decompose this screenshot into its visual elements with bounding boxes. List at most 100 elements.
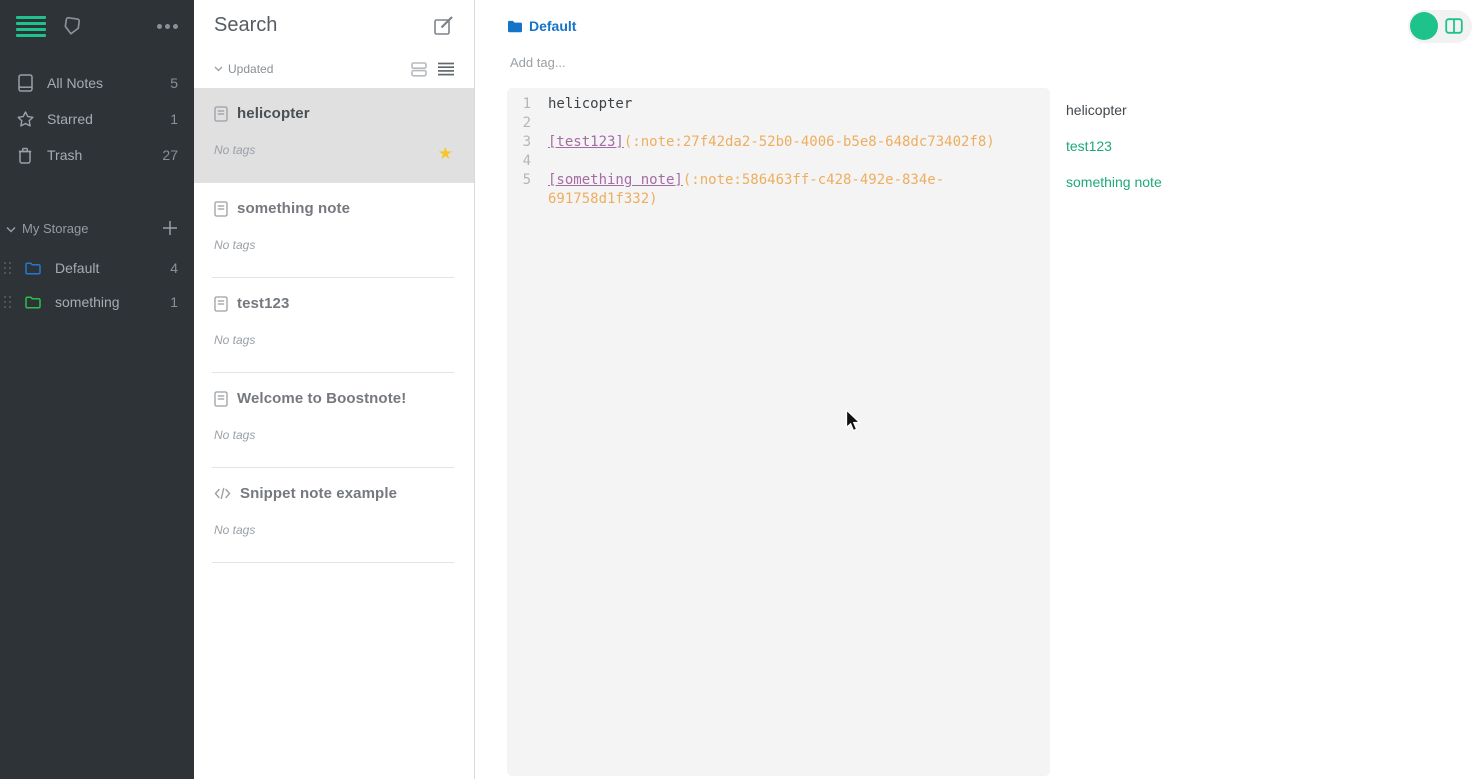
preview-note-link[interactable]: something note [1066,173,1461,192]
note-title: Welcome to Boostnote! [237,390,407,407]
star-outline-icon [16,111,34,127]
note-count-badge: 1 [170,111,178,127]
sidebar-folder-default[interactable]: Default 4 [0,251,194,285]
note-list-item-helicopter[interactable]: helicopter No tags ★ [194,88,474,183]
document-icon [214,105,228,122]
storage-header[interactable]: My Storage [0,215,194,241]
drag-handle-icon[interactable] [4,261,12,275]
editor-line[interactable]: 2 [507,114,1050,133]
split-view-icon [1445,18,1463,34]
list-view-icon[interactable] [438,62,454,76]
markdown-preview: helicopter test123 something note [1050,88,1477,779]
code-text: [test123](:note:27f42da2-52b0-4006-b5e8-… [548,133,1032,152]
edit-preview-toggle[interactable] [1408,9,1472,43]
sidebar-item-label: Starred [47,111,93,127]
sidebar-item-label: Trash [47,147,83,163]
editor-line[interactable]: 1 helicopter [507,95,1050,114]
code-token-link[interactable]: [test123] [548,134,624,150]
folder-icon [25,261,41,275]
note-tags-label: No tags [214,333,256,347]
sidebar-item-starred[interactable]: Starred 1 [0,101,194,137]
compose-icon[interactable] [433,15,454,36]
sort-dropdown[interactable]: Updated [228,62,273,76]
plus-icon[interactable] [162,220,178,236]
folder-icon [25,295,41,309]
code-token-url: (:note:27f42da2-52b0-4006-b5e8-648dc7340… [623,134,995,150]
note-title: Snippet note example [240,485,398,502]
folder-label: something [55,294,120,310]
chevron-down-icon [6,221,16,236]
editor-preview-split: 1 helicopter 2 3 [test123](:note:27f42da… [475,88,1477,779]
note-tags-label: No tags [214,523,256,537]
sidebar-item-all-notes[interactable]: All Notes 5 [0,65,194,101]
note-count-badge: 5 [170,75,178,91]
document-icon [214,200,228,217]
folder-filled-icon [507,20,523,33]
note-title: test123 [237,295,290,312]
code-editor[interactable]: 1 helicopter 2 3 [test123](:note:27f42da… [507,88,1050,776]
line-number: 1 [522,96,531,112]
view-mode-toggle [411,61,454,77]
note-count-badge: 27 [162,147,178,163]
document-icon [214,390,228,407]
tag-bar: Add tag... [475,52,1477,72]
editor-line[interactable]: 5 [something note](:note:586463ff-c428-4… [507,171,1050,209]
app-sidebar: All Notes 5 Starred 1 Trash 27 My Storag… [0,0,194,779]
sidebar-top-bar [0,0,194,52]
editor-line[interactable]: 3 [test123](:note:27f42da2-52b0-4006-b5e… [507,133,1050,152]
note-tags-label: No tags [214,428,256,442]
tag-icon[interactable] [62,15,84,37]
note-list-item-snippet-note-example[interactable]: Snippet note example No tags [194,468,474,563]
note-list-item-something-note[interactable]: something note No tags [194,183,474,278]
sidebar-folder-something[interactable]: something 1 [0,285,194,319]
code-text: [something note](:note:586463ff-c428-492… [548,171,1032,209]
storage-label: My Storage [22,220,89,236]
line-number: 4 [522,153,531,169]
search-title[interactable]: Search [214,14,277,37]
preview-note-link[interactable]: test123 [1066,137,1461,156]
code-text: helicopter [548,95,1032,114]
editor-area: Default Add tag... 1 helicopter 2 3 [tes… [475,0,1477,779]
breadcrumb[interactable]: Default [507,18,576,34]
trash-icon [16,147,34,164]
note-list-panel: Search Updated helicopter No tags ★ some… [194,0,475,779]
notes-icon [16,74,34,92]
code-token-link[interactable]: [something note] [548,172,683,188]
code-token-plain: helicopter [548,96,633,112]
more-icon[interactable] [157,23,178,29]
breadcrumb-label: Default [529,18,577,34]
note-count-badge: 1 [170,294,178,310]
star-icon[interactable]: ★ [438,145,453,162]
note-count-badge: 4 [170,260,178,276]
note-list-item-welcome-to-boostnote[interactable]: Welcome to Boostnote! No tags [194,373,474,468]
line-number: 3 [522,134,531,150]
note-title: helicopter [237,105,310,122]
document-icon [214,295,228,312]
drag-handle-icon[interactable] [4,295,12,309]
note-tags-label: No tags [214,143,256,157]
note-list: helicopter No tags ★ something note No t… [194,88,474,779]
editor-line[interactable]: 4 [507,152,1050,171]
sort-bar: Updated [194,50,474,88]
chevron-down-icon [214,66,223,72]
sidebar-item-label: All Notes [47,75,104,91]
line-number: 2 [522,115,531,131]
note-list-header: Search [194,0,474,50]
menu-icon[interactable] [16,15,46,37]
note-tags-label: No tags [214,238,256,252]
sidebar-item-trash[interactable]: Trash 27 [0,137,194,173]
note-title: something note [237,200,351,217]
note-list-item-test123[interactable]: test123 No tags [194,278,474,373]
editor-header: Default [475,0,1477,52]
card-view-icon[interactable] [411,61,427,77]
status-circle-icon [1410,12,1438,40]
add-tag-input[interactable]: Add tag... [510,55,566,70]
preview-paragraph: helicopter [1066,102,1127,118]
sidebar-nav: All Notes 5 Starred 1 Trash 27 [0,65,194,173]
code-icon [214,487,231,500]
folder-label: Default [55,260,100,276]
line-number: 5 [522,172,531,188]
storage-folder-list: Default 4 something 1 [0,251,194,319]
